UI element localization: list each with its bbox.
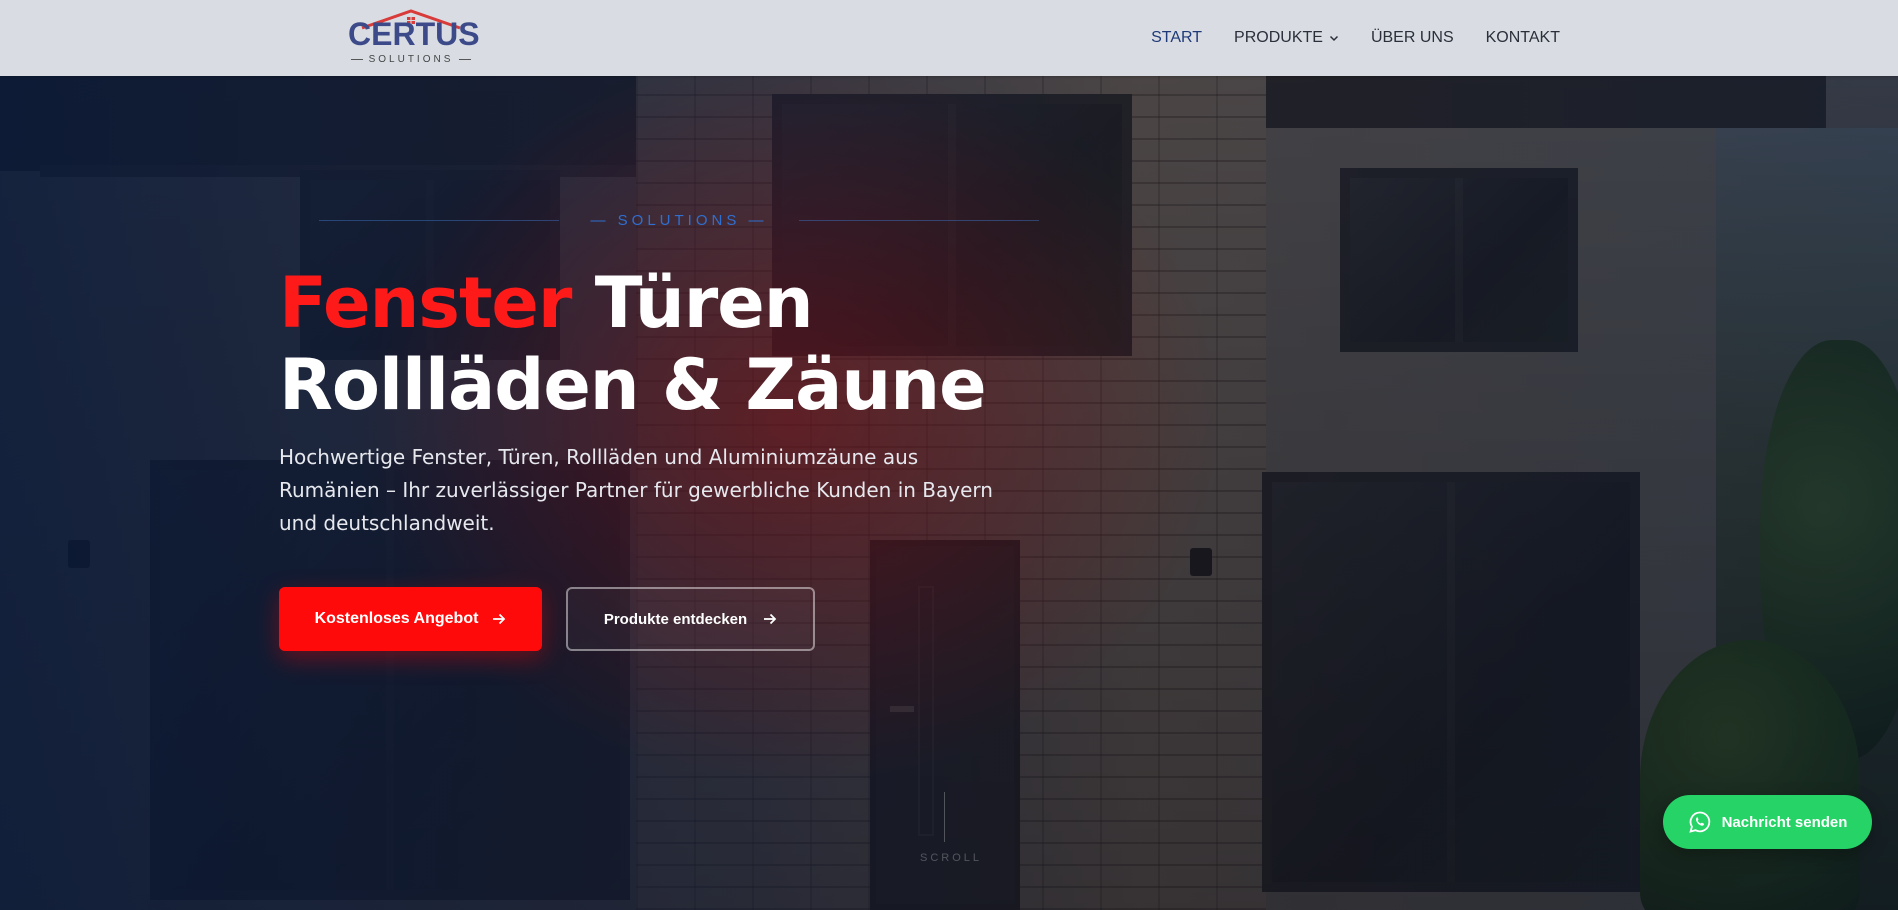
hero-title-line1: Türen — [594, 262, 814, 344]
nav-kontakt[interactable]: KONTAKT — [1486, 29, 1560, 47]
logo-subtitle: SOLUTIONS — [348, 52, 474, 66]
nav-ueber-uns-label: ÜBER UNS — [1370, 29, 1454, 46]
scroll-indicator-line — [944, 792, 945, 842]
site-header: CERTUS SOLUTIONS START PRODUKTE ÜBER UNS… — [0, 0, 1898, 76]
whatsapp-button-label: Nachricht senden — [1721, 813, 1848, 831]
produkte-entdecken-button[interactable]: Produkte entdecken — [566, 587, 815, 651]
nav-start[interactable]: START — [1151, 29, 1202, 47]
arrow-right-icon — [493, 613, 506, 625]
nav-produkte-label: PRODUKTE — [1234, 29, 1323, 46]
primary-button-label: Kostenloses Angebot — [314, 610, 479, 627]
nav-kontakt-label: KONTAKT — [1485, 29, 1560, 46]
nav-start-label: START — [1151, 29, 1203, 46]
arrow-right-icon — [764, 613, 777, 625]
logo-dash-right — [459, 58, 472, 60]
logo-wordmark: CERTUS — [348, 16, 480, 52]
kostenloses-angebot-button[interactable]: Kostenloses Angebot — [279, 587, 542, 651]
hero-content: — SOLUTIONS — Fenster Türen Rollläden & … — [279, 0, 1079, 910]
nav-produkte[interactable]: PRODUKTE — [1234, 29, 1339, 47]
hero-title-accent: Fenster — [279, 262, 572, 344]
hero-lead: Hochwertige Fenster, Türen, Rollläden un… — [279, 445, 993, 535]
eyebrow-line-right — [799, 220, 1039, 221]
whatsapp-button[interactable]: Nachricht senden — [1663, 795, 1872, 849]
nav-ueber-uns[interactable]: ÜBER UNS — [1371, 29, 1454, 47]
hero-eyebrow-text: SOLUTIONS — [617, 212, 741, 229]
whatsapp-icon — [1688, 811, 1710, 833]
logo[interactable]: CERTUS SOLUTIONS — [348, 8, 480, 68]
logo-subtitle-text: SOLUTIONS — [368, 53, 454, 65]
secondary-button-label: Produkte entdecken — [603, 610, 748, 628]
scroll-indicator[interactable]: SCROLL — [920, 852, 982, 864]
chevron-down-icon — [1329, 35, 1338, 42]
hero-title-line2: Rollläden & Zäune — [279, 344, 987, 426]
hero-title: Fenster Türen Rollläden & Zäune — [279, 262, 987, 426]
logo-dash-left — [350, 58, 363, 60]
main-nav: START PRODUKTE ÜBER UNS KONTAKT — [1151, 0, 1560, 76]
